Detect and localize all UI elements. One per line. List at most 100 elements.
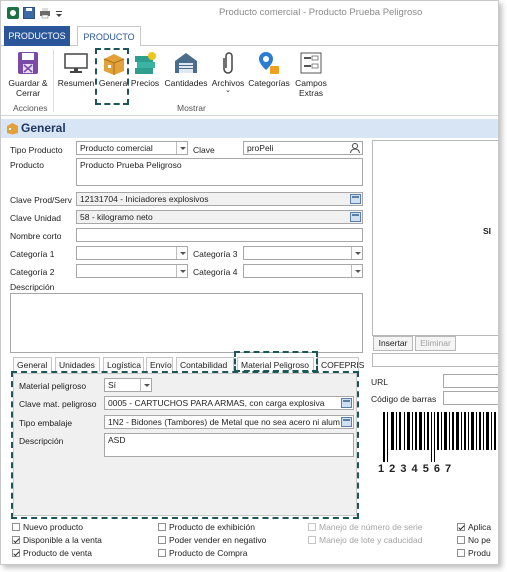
manejo-lote-checkbox[interactable]: Manejo de lote y caducidad [308, 535, 423, 545]
guardar-cerrar-button[interactable]: Guardar & Cerrar [7, 50, 49, 98]
producto-compra-checkbox[interactable]: Producto de Compra [158, 548, 247, 558]
producto-venta-checkbox[interactable]: Producto de venta [12, 548, 92, 558]
window-title: Producto comercial - Producto Prueba Pel… [219, 7, 423, 18]
producto-field[interactable]: Producto Prueba Peligroso [76, 158, 363, 186]
nombre-corto-field[interactable] [76, 228, 363, 242]
aplica-checkbox[interactable]: Aplica [457, 522, 491, 532]
tab-envio[interactable]: Envío [146, 357, 173, 372]
tab-contabilidad[interactable]: Contabilidad [176, 357, 234, 372]
categoria4-select[interactable] [243, 264, 363, 278]
tab-cofepris[interactable]: COFEPRIS [317, 357, 364, 372]
image-placeholder-text: SI [483, 226, 492, 236]
url-label: URL [371, 377, 389, 387]
cantidades-button[interactable]: Cantidades [162, 50, 210, 88]
app-icon [7, 7, 19, 19]
producto-compra-label: Producto de Compra [169, 548, 248, 558]
section-header: General [1, 119, 498, 138]
clave-unidad-field[interactable]: 58 - kilogramo neto [76, 210, 363, 224]
checkbox-box [457, 536, 465, 544]
categoria4-label: Categoría 4 [193, 267, 238, 277]
categoria3-select[interactable] [243, 246, 363, 260]
nombre-corto-label: Nombre corto [10, 231, 62, 241]
clave-prodserv-value: 12131704 - Iniciadores explosivos [80, 194, 209, 204]
categoria1-select[interactable] [76, 246, 188, 260]
checkbox-box [457, 549, 465, 557]
highlight-material-panel [11, 371, 359, 519]
checkbox-box-checked [12, 536, 20, 544]
chevron-down-icon [176, 247, 187, 259]
print-icon[interactable] [39, 7, 51, 19]
tab-unidades[interactable]: Unidades [55, 357, 100, 372]
quick-access-dropdown-icon[interactable] [55, 7, 63, 19]
precios-button[interactable]: Precios [129, 50, 161, 88]
categoria2-select[interactable] [76, 264, 188, 278]
eliminar-button[interactable]: Eliminar [415, 336, 456, 351]
guardar-label: Guardar & Cerrar [8, 78, 48, 98]
tipo-producto-value: Producto comercial [80, 143, 153, 153]
barcode-field[interactable] [443, 391, 498, 405]
campos-extras-button[interactable]: Campos Extras [293, 50, 329, 98]
archivos-button[interactable]: Archivos ⌄ [210, 50, 246, 94]
clave-value: proPeli [247, 143, 274, 153]
descripcion-field[interactable] [10, 293, 363, 353]
clave-unidad-value: 58 - kilogramo neto [80, 212, 153, 222]
disponible-venta-label: Disponible a la venta [23, 535, 102, 545]
vender-negativo-checkbox[interactable]: Poder vender en negativo [158, 535, 266, 545]
codigo-barras-label: Código de barras [371, 394, 437, 404]
categorias-button[interactable]: Categorías [247, 50, 291, 88]
highlight-general-button [95, 48, 129, 105]
checkbox-box-checked [12, 549, 20, 557]
monitor-icon [64, 53, 88, 73]
lookup-list-icon[interactable] [350, 194, 361, 204]
tipo-producto-select[interactable]: Producto comercial [76, 141, 188, 155]
barcode-digits: 1 2 3 4 5 6 7 [378, 463, 453, 475]
checkbox-box-checked [457, 523, 465, 531]
checkbox-box [158, 549, 166, 557]
resumen-button[interactable]: Resumen [57, 50, 95, 88]
categoria1-label: Categoría 1 [10, 249, 55, 259]
url-field[interactable] [443, 374, 498, 388]
group-mostrar-label: Mostrar [177, 103, 206, 113]
form-fields-icon [300, 52, 322, 74]
box-icon [7, 123, 18, 135]
produ-checkbox[interactable]: Produ [457, 548, 491, 558]
disponible-venta-checkbox[interactable]: Disponible a la venta [12, 535, 102, 545]
user-lookup-icon[interactable] [349, 142, 361, 154]
no-pe-label: No pe [468, 535, 491, 545]
archivos-dropdown-icon: ⌄ [225, 87, 231, 94]
title-bar: Producto comercial - Producto Prueba Pel… [1, 1, 498, 25]
lookup-list-icon[interactable] [350, 212, 361, 222]
campos-extras-label: Campos Extras [295, 78, 327, 98]
categorias-label: Categorías [248, 78, 290, 88]
barcode-image [383, 412, 496, 462]
no-pe-checkbox[interactable]: No pe [457, 535, 491, 545]
vender-negativo-label: Poder vender en negativo [169, 535, 267, 545]
categoria2-label: Categoría 2 [10, 267, 55, 277]
manejo-serie-checkbox[interactable]: Manejo de número de serie [308, 522, 422, 532]
manejo-lote-label: Manejo de lote y caducidad [319, 535, 423, 545]
tab-logistica[interactable]: Logística [103, 357, 144, 372]
clave-prodserv-label: Clave Prod/Serv [10, 195, 72, 205]
aplica-label: Aplica [468, 522, 492, 532]
tab-general[interactable]: General [13, 357, 52, 372]
clave-field[interactable]: proPeli [243, 141, 363, 155]
precios-label: Precios [130, 78, 160, 88]
checkbox-box [158, 536, 166, 544]
tab-productos[interactable]: PRODUCTOS [4, 26, 70, 46]
chevron-down-icon [351, 265, 362, 277]
checkbox-box [12, 523, 20, 531]
tab-producto[interactable]: PRODUCTO [77, 26, 141, 47]
save-icon[interactable] [23, 7, 35, 19]
clave-unidad-label: Clave Unidad [10, 213, 62, 223]
image-path-field[interactable] [372, 353, 498, 367]
producto-exhibicion-checkbox[interactable]: Producto de exhibición [158, 522, 255, 532]
producto-exhibicion-label: Producto de exhibición [169, 522, 256, 532]
paperclip-icon [223, 52, 233, 74]
insertar-button[interactable]: Insertar [373, 336, 413, 351]
producto-venta-label: Producto de venta [23, 548, 92, 558]
checkbox-box [308, 523, 316, 531]
clave-prodserv-field[interactable]: 12131704 - Iniciadores explosivos [76, 192, 363, 206]
nuevo-producto-checkbox[interactable]: Nuevo producto [12, 522, 83, 532]
product-window: Producto comercial - Producto Prueba Pel… [0, 0, 499, 565]
section-title: General [21, 121, 66, 135]
